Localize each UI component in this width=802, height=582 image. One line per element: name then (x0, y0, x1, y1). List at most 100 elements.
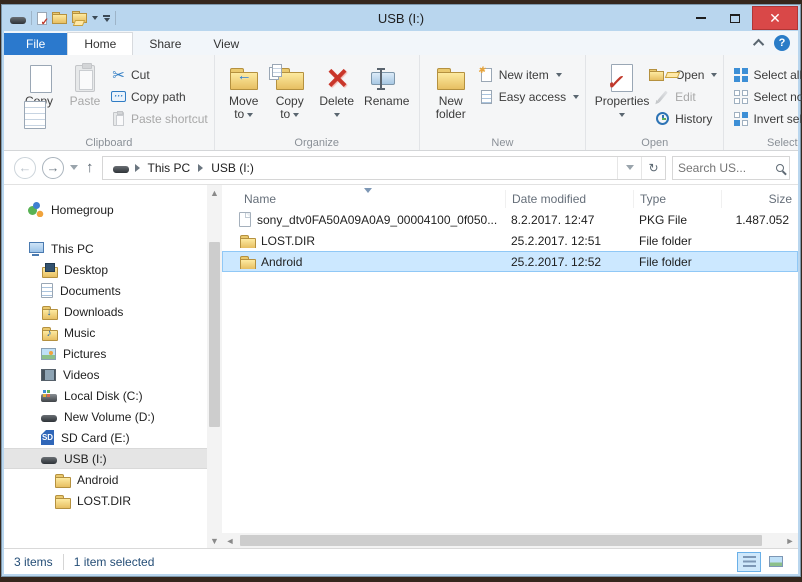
music-icon: ♪ (41, 326, 57, 340)
scrollbar-thumb[interactable] (240, 535, 762, 546)
open-button[interactable]: Open (654, 65, 717, 84)
rename-button[interactable]: Rename (361, 59, 413, 108)
paste-button[interactable]: Paste (62, 59, 108, 108)
ribbon-group-select: Select all Select none Invert selection … (724, 55, 802, 150)
new-item-button[interactable]: New item (478, 65, 579, 84)
minimize-ribbon-icon[interactable] (753, 39, 764, 50)
sidebar-item-documents[interactable]: Documents (4, 280, 207, 301)
tab-home[interactable]: Home (67, 32, 133, 55)
sidebar-item-desktop[interactable]: Desktop (4, 259, 207, 280)
file-date-modified: 25.2.2017. 12:51 (505, 234, 633, 248)
new-folder-icon (437, 61, 465, 95)
breadcrumb-this-pc[interactable]: This PC (146, 159, 193, 177)
up-one-level-icon[interactable]: ↑ (84, 159, 96, 176)
delete-button[interactable]: Delete (313, 59, 361, 121)
cut-icon (110, 66, 127, 83)
sidebar-item-usb-i[interactable]: USB (I:) (4, 448, 207, 469)
file-row-lost-dir[interactable]: LOST.DIR25.2.2017. 12:51File folder (222, 230, 798, 251)
close-button[interactable]: ✕ (752, 6, 798, 30)
column-header-size[interactable]: Size (722, 190, 798, 208)
select-all-button[interactable]: Select all (732, 65, 802, 84)
sort-indicator-icon (364, 188, 372, 193)
paste-shortcut-icon (110, 110, 127, 127)
breadcrumb-usb[interactable]: USB (I:) (209, 159, 256, 177)
move-to-button[interactable]: Move to (221, 59, 267, 121)
system-menu-drive-icon[interactable] (10, 17, 26, 24)
copy-button[interactable]: Copy (16, 59, 62, 108)
tab-view[interactable]: View (197, 33, 255, 55)
column-header-date-modified[interactable]: Date modified (506, 190, 634, 208)
chevron-down-icon (573, 95, 579, 99)
thumbnails-view-button[interactable] (764, 552, 788, 572)
scrollbar-thumb[interactable] (209, 242, 220, 427)
file-row-sony-dtv0fa50a09a0a9-00004100-0f050[interactable]: sony_dtv0FA50A09A0A9_00004100_0f050...8.… (222, 209, 798, 230)
properties-button[interactable]: Properties (592, 59, 652, 121)
easy-access-button[interactable]: Easy access (478, 87, 579, 106)
details-view-button[interactable] (737, 552, 761, 572)
sidebar-item-downloads[interactable]: ↓Downloads (4, 301, 207, 322)
minimize-button[interactable] (684, 6, 718, 30)
tab-file[interactable]: File (4, 33, 67, 55)
copy-to-button[interactable]: Copy to (267, 59, 313, 121)
sidebar-item-homegroup[interactable]: Homegroup (4, 199, 207, 220)
qat-new-folder-icon[interactable] (52, 12, 67, 24)
select-none-button[interactable]: Select none (732, 87, 802, 106)
group-label-clipboard: Clipboard (4, 137, 214, 149)
sidebar-item-new-volume-d[interactable]: New Volume (D:) (4, 406, 207, 427)
usb-icon (41, 457, 57, 464)
new-folder-button[interactable]: New folder (426, 59, 476, 121)
recent-locations-icon[interactable] (70, 165, 78, 170)
sidebar-item-lost-dir[interactable]: LOST.DIR (4, 490, 207, 511)
breadcrumb-separator-icon[interactable] (198, 164, 203, 172)
sidebar-item-music[interactable]: ♪Music (4, 322, 207, 343)
sidebar-item-this-pc[interactable]: This PC (4, 238, 207, 259)
maximize-button[interactable] (718, 6, 752, 30)
sidebar-item-android[interactable]: Android (4, 469, 207, 490)
sidebar-item-sd-card-e[interactable]: SDSD Card (E:) (4, 427, 207, 448)
scroll-up-icon[interactable]: ▲ (207, 185, 222, 200)
horizontal-scrollbar[interactable]: ◄ ► (222, 533, 798, 548)
tab-share[interactable]: Share (133, 33, 197, 55)
properties-icon (606, 61, 638, 95)
search-box[interactable] (672, 156, 790, 180)
qat-folder-options-icon[interactable] (72, 11, 87, 26)
quick-access-toolbar (4, 11, 116, 26)
new-item-icon (478, 66, 495, 83)
sidebar-item-local-disk-c[interactable]: Local Disk (C:) (4, 385, 207, 406)
qat-properties-icon[interactable] (37, 12, 47, 25)
forward-button[interactable]: → (42, 157, 64, 179)
file-name: sony_dtv0FA50A09A0A9_00004100_0f050... (257, 213, 497, 227)
file-type: PKG File (633, 213, 721, 227)
history-button[interactable]: History (654, 109, 717, 128)
refresh-icon[interactable]: ↻ (641, 157, 665, 179)
invert-selection-icon (732, 110, 749, 127)
address-dropdown-icon[interactable] (617, 157, 641, 179)
sidebar-scrollbar[interactable]: ▲ ▼ (207, 185, 222, 548)
sidebar-item-videos[interactable]: Videos (4, 364, 207, 385)
breadcrumb-separator-icon[interactable] (135, 164, 140, 172)
scroll-right-icon[interactable]: ► (782, 533, 798, 548)
search-input[interactable] (678, 161, 772, 175)
column-header-name[interactable]: Name (222, 190, 506, 208)
scroll-down-icon[interactable]: ▼ (207, 533, 222, 548)
back-button[interactable]: ← (14, 157, 36, 179)
column-header-type[interactable]: Type (634, 190, 722, 208)
sidebar-item-pictures[interactable]: Pictures (4, 343, 207, 364)
invert-selection-button[interactable]: Invert selection (732, 109, 802, 128)
copy-path-button[interactable]: Copy path (110, 87, 208, 106)
ribbon: Copy Paste Cut Copy path Paste shortcut (4, 55, 798, 151)
sidebar-item-label: Downloads (64, 305, 123, 319)
file-row-android[interactable]: Android25.2.2017. 12:52File folder (222, 251, 798, 272)
copy-icon (23, 61, 55, 95)
select-none-icon (732, 88, 749, 105)
edit-button[interactable]: Edit (654, 87, 717, 106)
sidebar-item-label: Documents (60, 284, 121, 298)
address-box[interactable]: This PC USB (I:) ↻ (102, 156, 667, 180)
paste-shortcut-button[interactable]: Paste shortcut (110, 109, 208, 128)
scroll-left-icon[interactable]: ◄ (222, 533, 238, 548)
cut-button[interactable]: Cut (110, 65, 208, 84)
customize-toolbar-icon[interactable] (103, 15, 110, 22)
help-icon[interactable] (774, 35, 790, 51)
search-icon[interactable] (776, 164, 784, 172)
chevron-down-icon[interactable] (92, 16, 98, 20)
